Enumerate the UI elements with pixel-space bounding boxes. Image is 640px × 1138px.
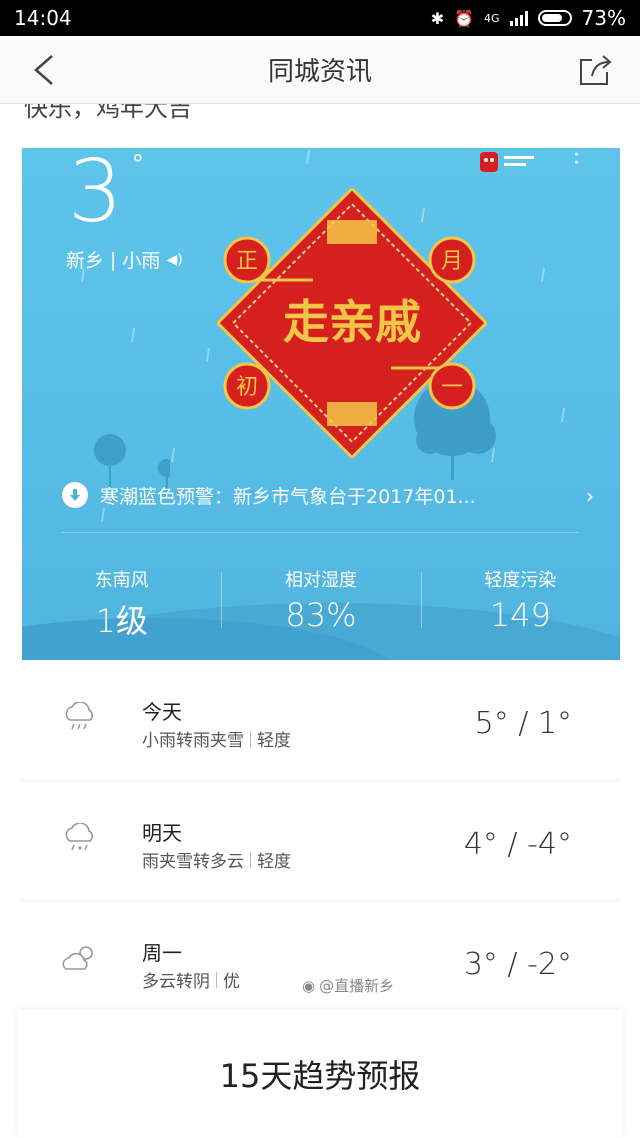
status-icons: ✱ ⏰ 4G 73% [431,6,626,30]
battery-icon [537,10,572,26]
forecast-condition: 小雨转雨夹雪 [142,731,244,751]
forecast-day: 周一 [142,941,182,965]
alert-text: 寒潮蓝色预警：新乡市气象台于2017年01... [100,485,476,508]
ornament-char: 初 [236,375,258,400]
sleet-cloud-icon [65,823,94,851]
stat-label: 轻度污染 [484,570,557,591]
forecast-aqi: 轻度 [257,852,291,872]
stat-value: 149 [489,596,551,634]
degree-symbol: ° [132,150,144,178]
forecast-desc: 小雨转雨夹雪 轻度 [142,726,291,751]
forecast-range: 4° / -4° [463,827,572,862]
rain-drop [206,347,210,363]
more-menu-icon[interactable]: · · [573,148,580,175]
separator [250,730,251,747]
weather-card[interactable]: 3 ° 新乡 | 小雨 ◀) · · 正 月 初 一 走亲戚 寒潮蓝色预警：新乡… [22,148,620,660]
weibo-icon: ◉ [302,976,316,995]
rain-drop [541,267,545,283]
stat-value: 1级 [95,602,148,640]
alarm-icon: ⏰ [454,8,475,28]
forecast-day: 今天 [142,700,182,724]
separator [216,971,217,988]
download-arrow-icon [62,482,88,508]
stat-humidity: 相对湿度 83% [221,566,420,646]
weather-condition: 小雨 [122,250,161,272]
status-bar: 14:04 ✱ ⏰ 4G 73% [0,0,640,36]
rain-cloud-icon [65,702,94,730]
ornament-title: 走亲戚 [283,295,421,349]
separator: | [110,248,117,271]
forecast-desc: 雨夹雪转多云 轻度 [142,847,291,872]
rain-drop [561,407,565,423]
rain-drop [171,447,175,463]
forecast-range: 3° / -2° [463,947,572,982]
battery-percent: 73% [581,6,626,30]
weather-stats: 东南风 1级 相对湿度 83% 轻度污染 149 [22,566,620,646]
city-name: 新乡 [66,250,105,272]
stat-value: 83% [285,596,357,634]
ornament-char: 正 [236,249,258,274]
truncated-text: 快乐，鸡年大吉 [24,104,192,120]
new-year-ornament[interactable]: 正 月 初 一 走亲戚 [217,188,487,458]
forecast-day: 明天 [142,821,182,845]
rain-drop [131,327,135,343]
forecast-row[interactable]: 周一 多云转阴 优 ◉ @直播新乡 3° / -2° [20,900,620,1020]
network-label: 4G [484,11,500,25]
forecast-aqi: 优 [223,972,240,992]
trend-forecast-button[interactable]: 15天趋势预报 [18,1010,622,1138]
watermark-text: @直播新乡 [319,977,395,995]
speaker-icon[interactable]: ◀) [166,252,182,268]
chevron-right-icon[interactable]: › [586,484,594,508]
bluetooth-icon: ✱ [430,8,445,28]
location-line[interactable]: 新乡 | 小雨 ◀) [66,246,183,273]
stat-wind: 东南风 1级 [22,566,221,646]
signal-icon [509,10,528,26]
forecast-list: 今天 小雨转雨夹雪 轻度 5° / 1° 明天 雨夹雪转多云 轻度 4° / -… [0,660,640,1020]
page-title: 同城资讯 [267,57,372,87]
mascot-icon[interactable] [478,150,540,174]
ornament-char: 月 [441,249,463,274]
ornament-char: 一 [441,375,463,400]
app-header: 同城资讯 [0,36,640,104]
partly-cloudy-icon [62,946,93,970]
weibo-watermark: ◉ @直播新乡 [302,975,394,996]
forecast-condition: 雨夹雪转多云 [142,852,244,872]
stat-label: 相对湿度 [284,570,357,591]
forecast-desc: 多云转阴 优 [142,967,240,992]
rain-drop [306,149,310,165]
back-arrow-icon[interactable] [30,54,60,86]
forecast-range: 5° / 1° [474,706,572,741]
share-icon[interactable] [578,54,612,86]
forecast-row[interactable]: 明天 雨夹雪转多云 轻度 4° / -4° [20,780,620,900]
stat-label: 东南风 [94,570,149,591]
forecast-aqi: 轻度 [257,731,291,751]
current-temperature: 3 [68,148,123,242]
divider [62,532,578,533]
stat-air-quality: 轻度污染 149 [420,566,620,646]
weather-alert[interactable]: 寒潮蓝色预警：新乡市气象台于2017年01... › [62,480,594,510]
separator [250,851,251,868]
forecast-row[interactable]: 今天 小雨转雨夹雪 轻度 5° / 1° [20,660,620,780]
forecast-condition: 多云转阴 [142,972,210,992]
status-time: 14:04 [14,6,72,30]
